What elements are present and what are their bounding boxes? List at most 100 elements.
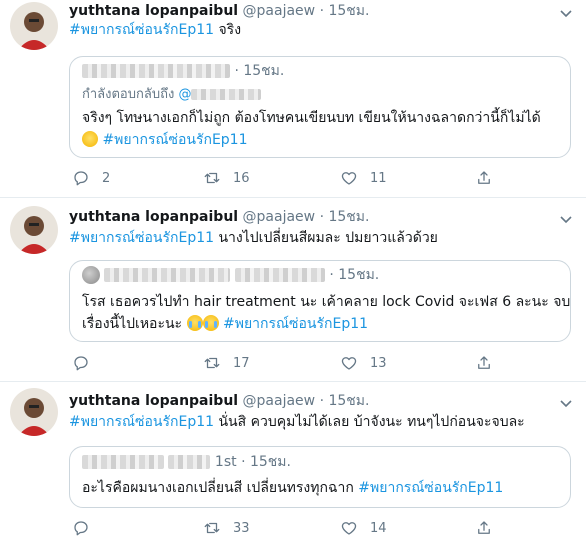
- hashtag-link[interactable]: #พยากรณ์ซ่อนรักEp11: [69, 22, 214, 38]
- more-options-icon[interactable]: [556, 6, 576, 20]
- like-count: 14: [370, 520, 387, 536]
- share-icon: [478, 356, 490, 369]
- timestamp[interactable]: 15ชม.: [328, 3, 369, 19]
- retweet-icon: [204, 357, 220, 369]
- timestamp[interactable]: 15ชม.: [328, 393, 369, 409]
- avatar[interactable]: [10, 388, 58, 436]
- tweet-header: yuthtana lopanpaibul @paajaew · 15ชม.: [69, 208, 369, 226]
- reply-button[interactable]: 2: [72, 168, 110, 188]
- retweet-button[interactable]: 33: [203, 518, 250, 538]
- quoted-line-text: เรื่องนี้ไปเหอะนะ: [82, 316, 183, 332]
- quoted-header: · 15ชม.: [82, 266, 379, 284]
- quoted-line: จริงๆ โทษนางเอกก็ไม่ถูก ต้องโทษคนเขียนบท…: [82, 110, 541, 126]
- quoted-header: · 15ชม.: [82, 62, 284, 80]
- separator-dot: ·: [241, 454, 246, 470]
- author-name[interactable]: yuthtana lopanpaibul: [69, 3, 238, 19]
- hashtag-link[interactable]: #พยากรณ์ซ่อนรักEp11: [223, 316, 368, 332]
- author-handle[interactable]: @paajaew: [243, 393, 316, 409]
- quoted-text: โรส เธอควรไปทำ hair treatment นะ เค้าคลา…: [82, 291, 570, 335]
- quoted-handle-fragment: 1st: [214, 454, 237, 470]
- tweet-text: #พยากรณ์ซ่อนรักEp11 นางไปเปลี่ยนสีผมละ ป…: [69, 228, 438, 248]
- hashtag-link[interactable]: #พยากรณ์ซ่อนรักEp11: [69, 230, 214, 246]
- retweet-count: 17: [233, 355, 250, 371]
- like-count: 13: [370, 355, 387, 371]
- reply-icon: [74, 521, 88, 536]
- heart-icon: [341, 172, 357, 185]
- reply-count: 2: [102, 170, 111, 186]
- quoted-line: อะไรคือผมนางเอกเปลี่ยนสี เปลี่ยนทรงทุกฉา…: [82, 477, 503, 499]
- author-handle[interactable]: @paajaew: [243, 3, 316, 19]
- reply-button[interactable]: [72, 353, 102, 373]
- tweet-body: นั่นสิ ควบคุมไม่ได้เลย บ้าจังนะ ทนๆไปก่อ…: [214, 414, 525, 430]
- quoted-tweet[interactable]: 1st · 15ชม. อะไรคือผมนางเอกเปลี่ยนสี เปล…: [69, 446, 571, 508]
- separator-dot: ·: [319, 209, 325, 225]
- blurred-handle: [234, 268, 325, 282]
- share-icon: [478, 171, 490, 184]
- retweet-button[interactable]: 17: [203, 353, 250, 373]
- hashtag-link[interactable]: #พยากรณ์ซ่อนรักEp11: [358, 480, 503, 496]
- quoted-timestamp[interactable]: 15ชม.: [243, 63, 284, 79]
- tweet-header: yuthtana lopanpaibul @paajaew · 15ชม.: [69, 392, 369, 410]
- quoted-tweet[interactable]: · 15ชม. โรส เธอควรไปทำ hair treatment นะ…: [69, 260, 571, 342]
- reply-button[interactable]: [72, 518, 102, 538]
- replying-to: กำลังตอบกลับถึง @: [82, 87, 262, 103]
- blurred-author: [82, 64, 230, 78]
- heart-icon: [341, 522, 357, 535]
- share-button[interactable]: [475, 353, 505, 373]
- quoted-text: อะไรคือผมนางเอกเปลี่ยนสี เปลี่ยนทรงทุกฉา…: [82, 477, 503, 499]
- quoted-line: #พยากรณ์ซ่อนรักEp11: [82, 129, 541, 151]
- more-options-icon[interactable]: [556, 212, 576, 226]
- tweet-text: #พยากรณ์ซ่อนรักEp11 นั่นสิ ควบคุมไม่ได้เ…: [69, 412, 525, 432]
- share-button[interactable]: [475, 168, 505, 188]
- tweet-actions: 33 14: [69, 518, 509, 538]
- crying-face-icon: [202, 315, 219, 331]
- avatar[interactable]: [10, 206, 58, 254]
- hashtag-link[interactable]: #พยากรณ์ซ่อนรักEp11: [102, 132, 247, 148]
- retweet-count: 33: [233, 520, 250, 536]
- retweet-count: 16: [233, 170, 250, 186]
- blurred-handle: [168, 455, 211, 469]
- blurred-author: [82, 455, 164, 469]
- blurred-mention: [191, 89, 262, 100]
- like-button[interactable]: 14: [340, 518, 387, 538]
- like-count: 11: [370, 170, 387, 186]
- separator-dot: ·: [234, 63, 239, 79]
- author-name[interactable]: yuthtana lopanpaibul: [69, 393, 238, 409]
- separator-dot: ·: [319, 3, 325, 19]
- tweet[interactable]: yuthtana lopanpaibul @paajaew · 15ชม. #พ…: [0, 0, 586, 198]
- tweet-text: #พยากรณ์ซ่อนรักEp11 จริง: [69, 20, 241, 40]
- retweet-icon: [204, 522, 220, 534]
- separator-dot: ·: [329, 267, 334, 283]
- share-button[interactable]: [475, 518, 505, 538]
- quoted-header: 1st · 15ชม.: [82, 453, 291, 471]
- share-icon: [478, 521, 490, 534]
- like-button[interactable]: 13: [340, 353, 387, 373]
- hashtag-link[interactable]: #พยากรณ์ซ่อนรักEp11: [69, 414, 214, 430]
- quoted-line-text: อะไรคือผมนางเอกเปลี่ยนสี เปลี่ยนทรงทุกฉา…: [82, 480, 359, 496]
- more-options-icon[interactable]: [556, 396, 576, 410]
- retweet-button[interactable]: 16: [203, 168, 250, 188]
- reply-icon: [74, 171, 88, 186]
- author-name[interactable]: yuthtana lopanpaibul: [69, 209, 238, 225]
- quoted-tweet[interactable]: · 15ชม. กำลังตอบกลับถึง @ จริงๆ โทษนางเอ…: [69, 56, 571, 158]
- tweet[interactable]: yuthtana lopanpaibul @paajaew · 15ชม. #พ…: [0, 198, 586, 382]
- confused-face-icon: [82, 131, 98, 147]
- mention-link[interactable]: @: [178, 87, 191, 102]
- heart-icon: [341, 357, 357, 370]
- tweet-actions: 17 13: [69, 353, 509, 373]
- quoted-timestamp[interactable]: 15ชม.: [338, 267, 379, 283]
- like-button[interactable]: 11: [340, 168, 387, 188]
- quoted-text: จริงๆ โทษนางเอกก็ไม่ถูก ต้องโทษคนเขียนบท…: [82, 107, 541, 151]
- timestamp[interactable]: 15ชม.: [328, 209, 369, 225]
- tweet[interactable]: yuthtana lopanpaibul @paajaew · 15ชม. #พ…: [0, 382, 586, 545]
- tweet-body: จริง: [214, 22, 242, 38]
- quoted-avatar: [82, 266, 100, 284]
- quoted-timestamp[interactable]: 15ชม.: [250, 454, 291, 470]
- tweet-body: นางไปเปลี่ยนสีผมละ ปมยาวแล้วด้วย: [214, 230, 438, 246]
- tweet-actions: 2 16 11: [69, 168, 509, 188]
- avatar[interactable]: [10, 2, 58, 50]
- tweet-header: yuthtana lopanpaibul @paajaew · 15ชม.: [69, 2, 369, 20]
- author-handle[interactable]: @paajaew: [243, 209, 316, 225]
- separator-dot: ·: [319, 393, 325, 409]
- crying-face-icon: [186, 315, 203, 331]
